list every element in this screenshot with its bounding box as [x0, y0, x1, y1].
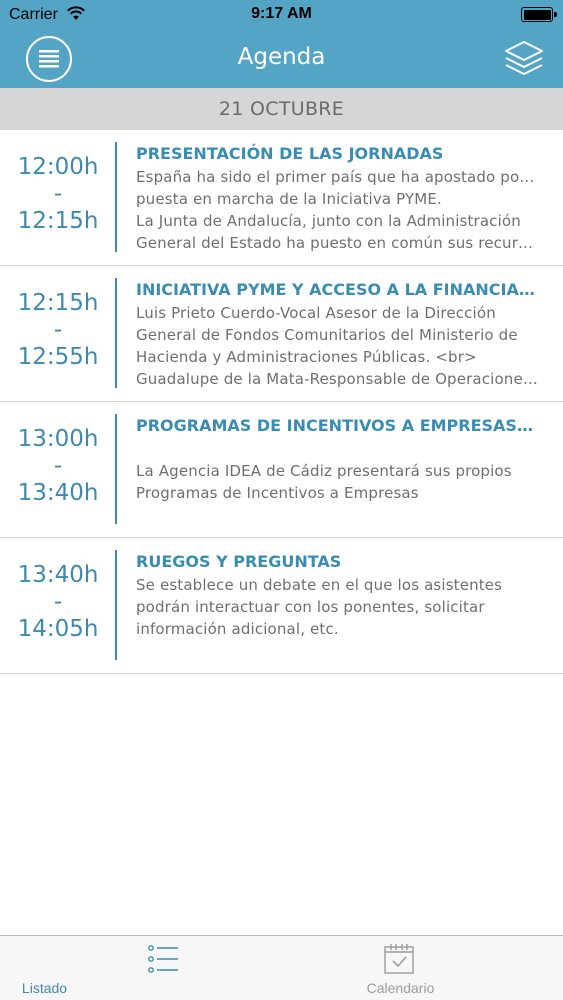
calendar-icon [384, 944, 414, 974]
event-description: Luis Prieto Cuerdo-Vocal Asesor de la Di… [136, 302, 538, 390]
tab-label: Listado [21, 980, 68, 996]
time-separator: - [53, 317, 63, 343]
event-title: RUEGOS Y PREGUNTAS [136, 552, 342, 571]
event-description: La Agencia IDEA de Cádiz presentará sus … [136, 438, 538, 504]
time-separator: - [53, 589, 63, 615]
tab-bar: Listado Calendario [0, 935, 563, 1000]
start-time: 12:00h [17, 154, 99, 180]
start-time: 13:40h [17, 562, 99, 588]
divider [115, 142, 117, 252]
end-time: 12:55h [17, 344, 99, 370]
agenda-row[interactable]: 13:40h - 14:05h RUEGOS Y PREGUNTAS Se es… [0, 538, 563, 674]
page-title: Agenda [237, 44, 326, 70]
time-range: 13:40h - 14:05h [0, 562, 116, 643]
status-bar: Carrier 9:17 AM [0, 0, 563, 30]
list-icon [148, 945, 178, 973]
time-separator: - [53, 453, 63, 479]
agenda-row[interactable]: 13:00h - 13:40h PROGRAMAS DE INCENTIVOS … [0, 402, 563, 538]
time-range: 12:15h - 12:55h [0, 290, 116, 371]
description-line: España ha sido el primer país que ha apo… [136, 168, 538, 186]
description-line: podrán interactuar con los ponentes, sol… [136, 598, 485, 616]
description-line: General de Fondos Comunitarios del Minis… [136, 326, 518, 344]
divider [115, 550, 117, 660]
description-line: General del Estado ha puesto en común su… [136, 234, 538, 252]
time-range: 13:00h - 13:40h [0, 426, 116, 507]
nav-bar: Agenda [0, 30, 563, 88]
description-line: La Junta de Andalucía, junto con la Admi… [136, 212, 521, 230]
event-title: PRESENTACIÓN DE LAS JORNADAS [136, 144, 444, 163]
battery-icon [521, 7, 557, 22]
start-time: 13:00h [17, 426, 99, 452]
agenda-list: 12:00h - 12:15h PRESENTACIÓN DE LAS JORN… [0, 130, 563, 674]
end-time: 14:05h [17, 616, 99, 642]
description-line: puesta en marcha de la Iniciativa PYME. [136, 190, 442, 208]
end-time: 13:40h [17, 480, 99, 506]
description-line [136, 438, 538, 460]
agenda-row[interactable]: 12:00h - 12:15h PRESENTACIÓN DE LAS JORN… [0, 130, 563, 266]
event-title: INICIATIVA PYME Y ACCESO A LA FINANCIAC… [136, 280, 536, 299]
start-time: 12:15h [17, 290, 99, 316]
time-separator: - [53, 181, 63, 207]
event-title: PROGRAMAS DE INCENTIVOS A EMPRESAS… [136, 416, 533, 435]
date-section-header: 21 OCTUBRE [0, 88, 563, 130]
description-line: Luis Prieto Cuerdo-Vocal Asesor de la Di… [136, 304, 496, 322]
tab-label: Calendario [366, 980, 435, 996]
description-line: La Agencia IDEA de Cádiz presentará sus … [136, 462, 512, 480]
event-description: España ha sido el primer país que ha apo… [136, 166, 538, 254]
layers-icon[interactable] [503, 39, 545, 79]
divider [115, 278, 117, 388]
description-line: Hacienda y Administraciones Públicas. <b… [136, 348, 477, 366]
divider [115, 414, 117, 524]
description-line: Programas de Incentivos a Empresas [136, 484, 419, 502]
time-range: 12:00h - 12:15h [0, 154, 116, 235]
status-time: 9:17 AM [251, 5, 312, 22]
event-description: Se establece un debate en el que los asi… [136, 574, 538, 640]
description-line: información adicional, etc. [136, 620, 339, 638]
end-time: 12:15h [17, 208, 99, 234]
description-line: Se establece un debate en el que los asi… [136, 576, 503, 594]
agenda-row[interactable]: 12:15h - 12:55h INICIATIVA PYME Y ACCESO… [0, 266, 563, 402]
description-line: Guadalupe de la Mata-Responsable de Oper… [136, 370, 538, 388]
tab-calendario[interactable]: Calendario [260, 936, 541, 1000]
